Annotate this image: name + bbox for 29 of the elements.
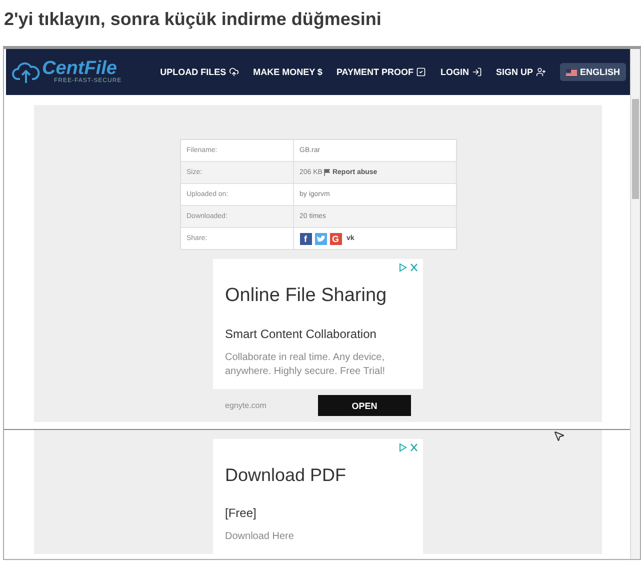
ad-choices-icon[interactable] <box>399 443 419 452</box>
facebook-share-button[interactable]: f <box>300 232 312 244</box>
nav-link[interactable]: SIGN UP <box>496 67 546 77</box>
language-button[interactable]: ENGLISH <box>560 63 626 81</box>
google-share-button[interactable]: G <box>330 232 342 244</box>
ad-title: Online File Sharing <box>225 285 388 307</box>
nav-link[interactable]: MAKE MONEY $ <box>253 67 322 77</box>
twitter-share-button[interactable] <box>314 232 326 244</box>
flag-icon <box>566 68 577 76</box>
nav-link[interactable]: UPLOAD FILES <box>160 67 240 77</box>
ad-domain: egnyte.com <box>225 401 266 410</box>
instruction-heading: 2'yi tıklayın, sonra küçük indirme düğmesini <box>3 8 382 31</box>
ad-text: Collaborate in real time. Any device, anywhere. Highly secure. Free Trial! <box>225 351 386 379</box>
scrollbar[interactable] <box>630 49 640 559</box>
ad-subtitle: [Free] <box>225 506 258 520</box>
cloud-upload-icon <box>229 67 240 77</box>
login-icon <box>472 67 482 77</box>
ad-choices-icon[interactable] <box>399 263 419 272</box>
checkbox-icon <box>416 67 426 77</box>
mouse-cursor-icon <box>553 430 565 442</box>
nav-link[interactable]: LOGIN <box>440 67 482 77</box>
flag-icon <box>324 169 330 176</box>
user-plus-icon <box>536 67 546 77</box>
nav-link[interactable]: PAYMENT PROOF <box>336 67 426 77</box>
ad-text: Download Here <box>225 530 295 544</box>
ad-title: Download PDF <box>225 465 348 486</box>
open-button[interactable]: OPEN <box>318 395 411 416</box>
ad-subtitle: Smart Content Collaboration <box>225 327 378 341</box>
logo-name: CentFile <box>42 60 117 78</box>
